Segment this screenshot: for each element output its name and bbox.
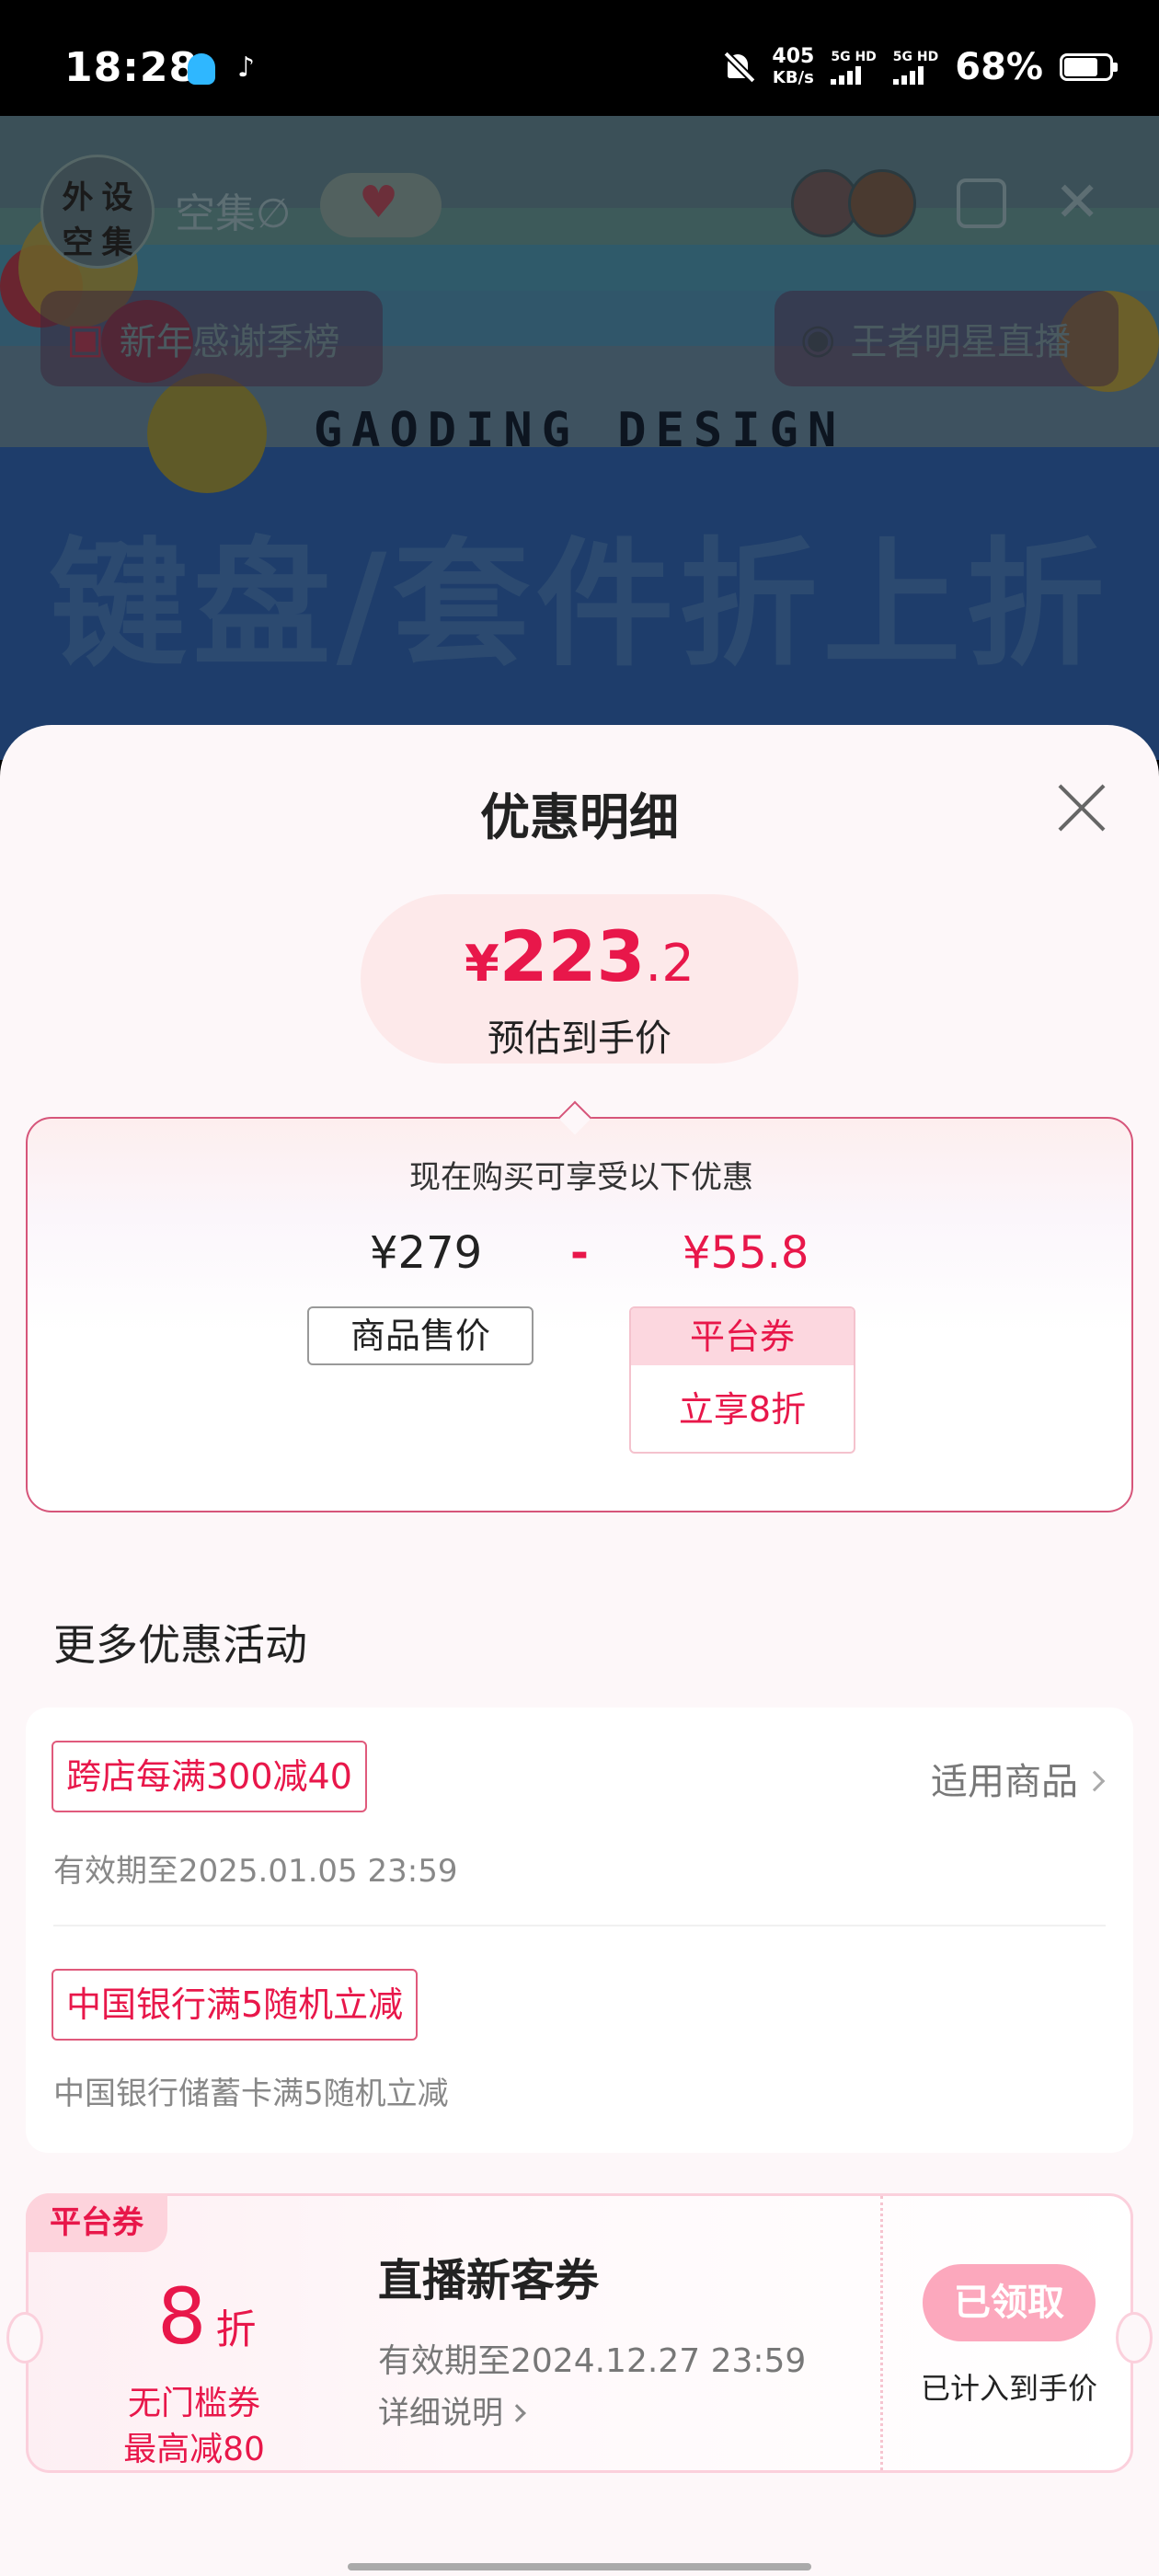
promo-tag: 跨店每满300减40 <box>52 1741 367 1812</box>
promo-desc: 中国银行储蓄卡满5随机立减 <box>53 2076 449 2112</box>
promo-validity: 有效期至2025.01.05 23:59 <box>53 1853 458 1890</box>
qq-icon <box>188 53 215 85</box>
more-promos-title: 更多优惠活动 <box>53 1620 307 1670</box>
float-window-icon[interactable] <box>957 178 1006 228</box>
viewer-avatar <box>848 169 916 237</box>
live-room-background: 外 设 空 集 空集∅ ✕ ▣ 新年感谢季榜 ◉ 王者明星直播 GAODING … <box>0 116 1159 760</box>
final-price-label: 预估到手价 <box>488 1018 671 1060</box>
ranking-pill[interactable]: ▣ 新年感谢季榜 <box>40 291 383 386</box>
coupon-divider <box>880 2196 883 2470</box>
brand-text: GAODING DESIGN <box>313 403 846 458</box>
signal-sim2-icon: 5G HD <box>892 50 939 85</box>
coupon-card: 平台券 8折 无门槛券 最高减80 直播新客券 有效期至2024.12.27 2… <box>6 2193 1153 2473</box>
battery-percent: 68% <box>955 46 1043 88</box>
coupon-name: 直播新客券 <box>378 2255 600 2306</box>
avatar-char: 设 <box>101 179 133 216</box>
discount-detail-sheet: 优惠明细 ¥223.2 预估到手价 现在购买可享受以下优惠 ¥279 - ¥55… <box>0 725 1159 2576</box>
network-speed-value: 405 <box>772 44 815 68</box>
signal-sim1-icon: 5G HD <box>831 50 877 85</box>
gift-icon: ▣ <box>66 315 105 362</box>
coupon-badge: 平台券 <box>26 2193 167 2252</box>
chevron-right-icon <box>508 2404 526 2422</box>
coupon-value-number: 8 <box>157 2271 207 2362</box>
coupon-validity: 有效期至2024.12.27 23:59 <box>378 2342 807 2380</box>
coupon-value: 8折 <box>157 2271 256 2362</box>
promo-banner: 键盘/套件折上折 <box>49 525 1110 685</box>
sheet-title: 优惠明细 <box>480 788 679 846</box>
original-price: ¥279 <box>370 1227 483 1279</box>
star-live-pill[interactable]: ◉ 王者明星直播 <box>775 291 1119 386</box>
minus-sign: - <box>570 1227 589 1279</box>
battery-icon <box>1060 53 1118 81</box>
mute-icon <box>722 51 755 84</box>
final-price-pill: ¥223.2 预估到手价 <box>361 894 798 1064</box>
discount-breakdown: 现在购买可享受以下优惠 ¥279 - ¥55.8 商品售价 平台券 立享8折 <box>26 1117 1133 1512</box>
network-speed-unit: KB/s <box>772 67 814 87</box>
avatar-char: 空 <box>62 224 94 261</box>
gamepad-icon: ◉ <box>800 315 836 362</box>
breakdown-heading: 现在购买可享受以下优惠 <box>409 1159 753 1196</box>
price-integer: 223 <box>499 915 646 997</box>
viewer-avatars[interactable] <box>791 169 916 237</box>
coupon-note: 已计入到手价 <box>920 2371 1097 2406</box>
host-name: 空集∅ <box>175 190 292 237</box>
tiktok-icon: ♪ <box>237 52 256 84</box>
host-avatar[interactable]: 外 设 空 集 <box>40 155 155 269</box>
status-indicators: 405 KB/s 5G HD 5G HD 68% <box>722 44 1118 88</box>
avatar-char: 外 <box>62 179 94 216</box>
divider <box>53 1925 1106 1926</box>
coupon-notch <box>1116 2312 1153 2363</box>
coupon-detail-link[interactable]: 详细说明 <box>378 2387 526 2432</box>
final-price: ¥223.2 <box>361 918 798 1003</box>
applicable-products-label: 适用商品 <box>931 1761 1078 1803</box>
promo-list: 跨店每满300减40 适用商品 有效期至2025.01.05 23:59 中国银… <box>26 1708 1133 2153</box>
avatar-char: 集 <box>101 224 133 261</box>
star-live-pill-label: 王者明星直播 <box>850 321 1072 363</box>
coupon-type: 平台券 <box>631 1308 854 1365</box>
coupon-discount-amount: ¥55.8 <box>683 1227 809 1279</box>
chevron-right-icon <box>1084 1770 1106 1792</box>
coupon-desc: 立享8折 <box>678 1389 807 1430</box>
coupon-detail-label: 详细说明 <box>378 2395 503 2432</box>
status-bar: 18:28 ♪ 405 KB/s 5G HD 5G HD 68% <box>0 0 1159 116</box>
coupon-notch <box>6 2312 43 2363</box>
price-currency: ¥ <box>465 935 499 993</box>
claimed-button[interactable]: 已领取 <box>923 2264 1096 2341</box>
coupon-max-discount: 最高减80 <box>123 2431 265 2468</box>
home-indicator[interactable] <box>348 2563 811 2570</box>
ranking-pill-label: 新年感谢季榜 <box>119 321 340 363</box>
coupon-value-unit: 折 <box>215 2306 257 2353</box>
status-time: 18:28 <box>64 44 199 91</box>
sim2-label: 5G HD <box>892 50 939 64</box>
coupon-discount-label: 平台券 立享8折 <box>629 1306 855 1454</box>
original-price-label: 商品售价 <box>307 1306 534 1365</box>
promo-tag: 中国银行满5随机立减 <box>52 1969 419 2041</box>
sim1-label: 5G HD <box>831 50 877 64</box>
close-live-icon[interactable]: ✕ <box>1054 175 1100 230</box>
coupon-condition: 无门槛券 <box>127 2385 260 2422</box>
network-speed: 405 KB/s <box>772 44 815 88</box>
follow-heart-button[interactable] <box>320 173 442 237</box>
price-decimal: .2 <box>645 934 694 994</box>
close-icon[interactable] <box>1054 780 1109 835</box>
applicable-products-link[interactable]: 适用商品 <box>931 1752 1106 1805</box>
